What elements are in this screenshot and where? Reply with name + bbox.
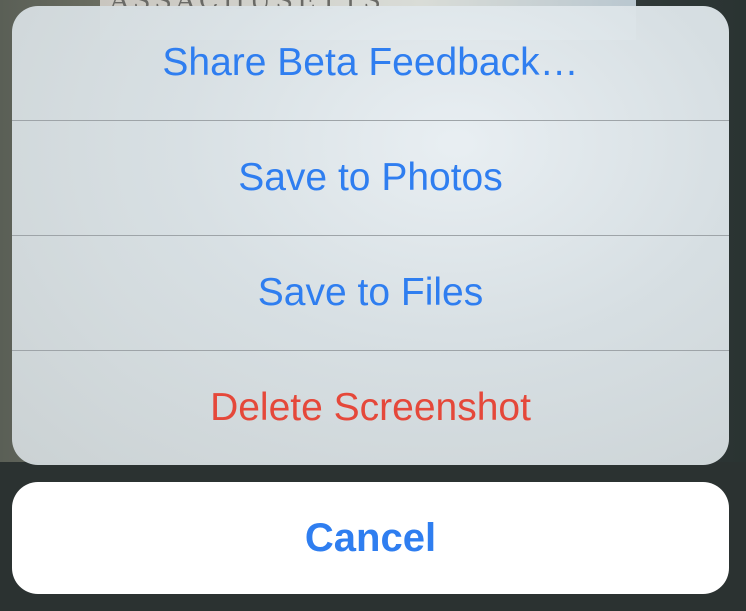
- cancel-button[interactable]: Cancel: [12, 482, 729, 594]
- action-sheet-group: Share Beta Feedback… Save to Photos Save…: [12, 6, 729, 465]
- share-beta-feedback-button[interactable]: Share Beta Feedback…: [12, 6, 729, 120]
- save-to-files-button[interactable]: Save to Files: [12, 236, 729, 350]
- delete-screenshot-button[interactable]: Delete Screenshot: [12, 351, 729, 465]
- save-to-photos-button[interactable]: Save to Photos: [12, 121, 729, 235]
